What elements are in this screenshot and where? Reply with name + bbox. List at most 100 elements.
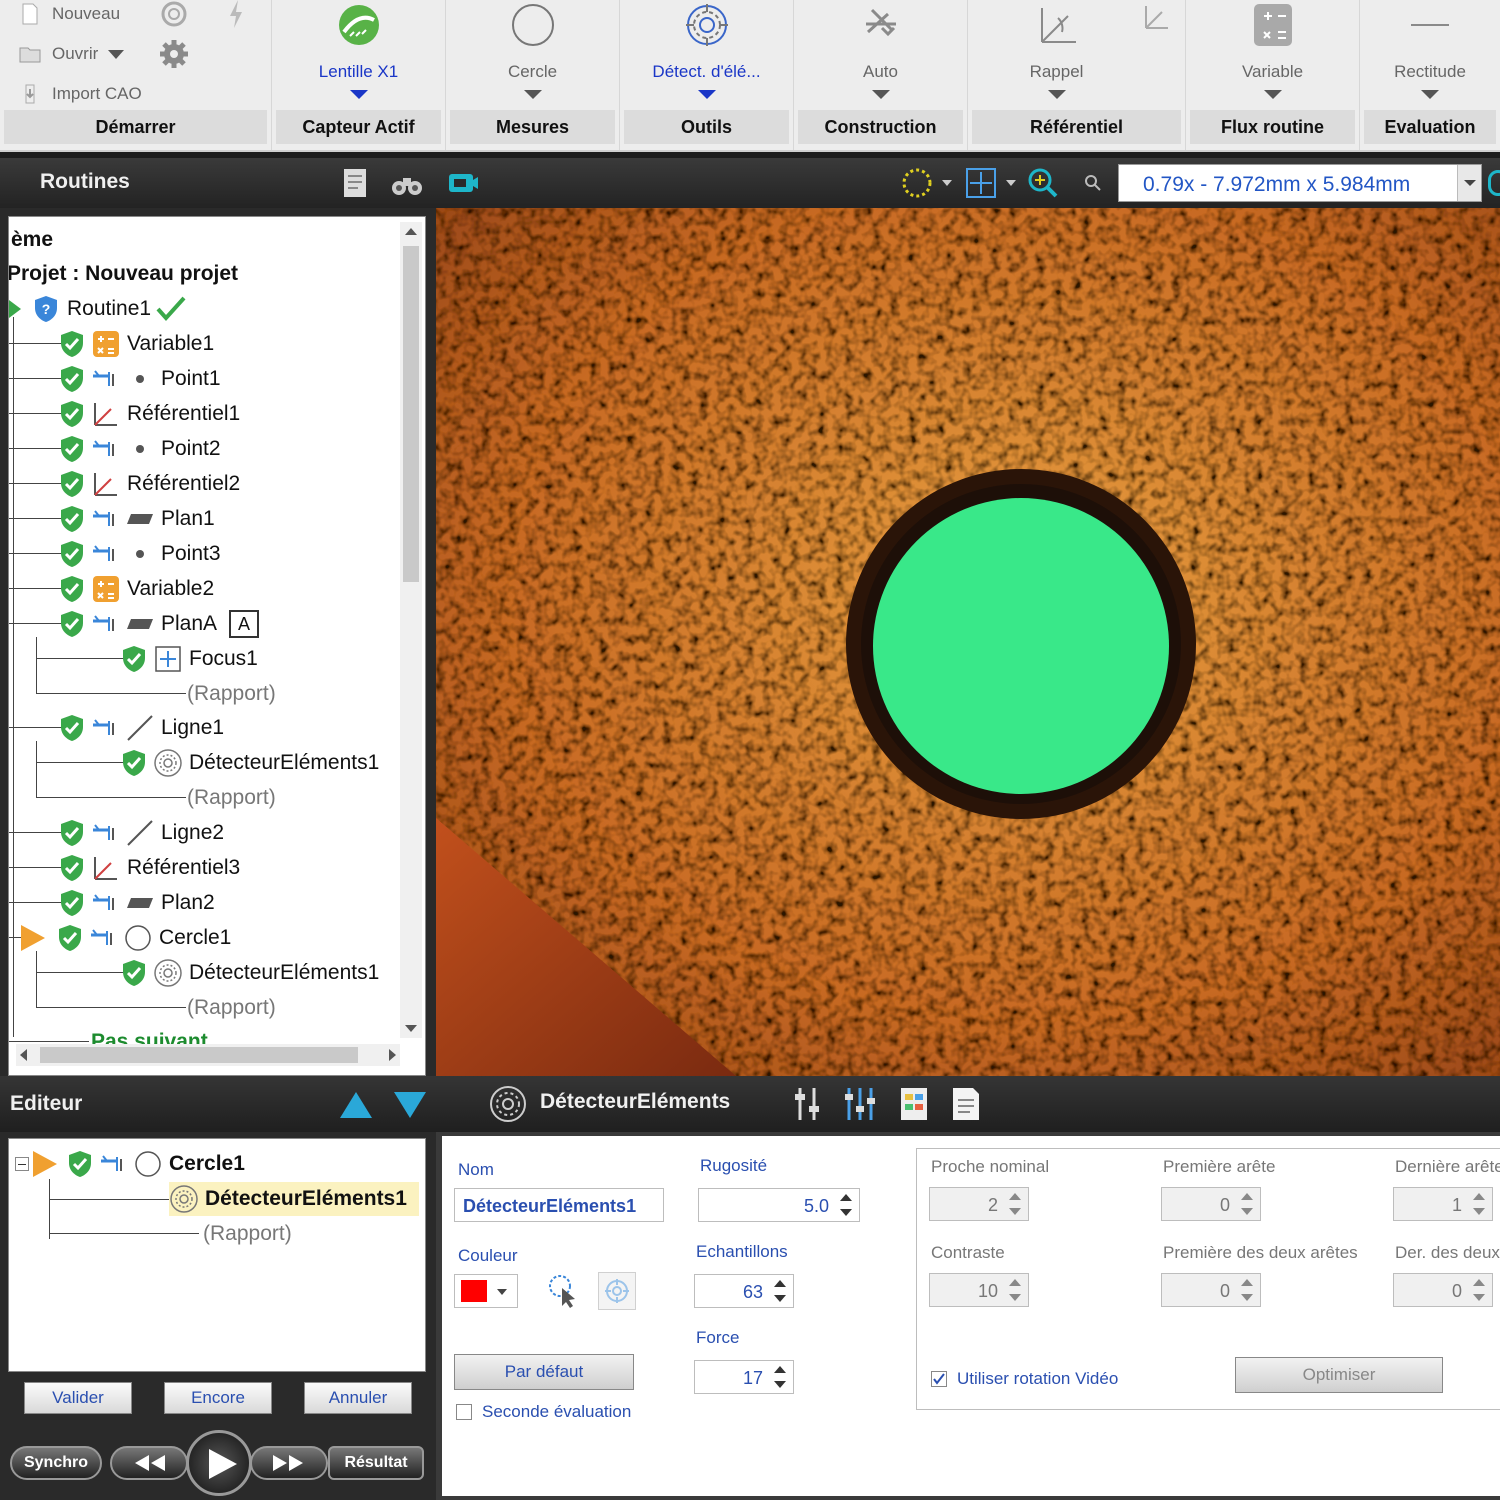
selection-dropdown-arrow[interactable]	[942, 180, 952, 186]
fast-forward-button[interactable]	[250, 1446, 328, 1480]
variable-button[interactable]: Variable	[1186, 0, 1359, 108]
rewind-button[interactable]	[110, 1446, 188, 1480]
target-settings-icon[interactable]	[158, 0, 190, 28]
dropdown-arrow[interactable]	[1047, 90, 1066, 99]
tree-item[interactable]: Variable1	[57, 327, 214, 361]
dropdown-arrow[interactable]	[523, 90, 542, 99]
tree-project[interactable]: Projet : Nouveau projet	[9, 257, 238, 291]
lens-button[interactable]: Lentille X1	[272, 0, 445, 108]
scroll-left-arrow[interactable]	[20, 1049, 27, 1061]
editor-tree-item-detector[interactable]: DétecteurEléments1	[169, 1182, 419, 1216]
circle-selection-icon[interactable]	[900, 166, 934, 200]
tree-item[interactable]: Plan2	[57, 886, 215, 920]
dropdown-arrow[interactable]	[349, 90, 368, 99]
contrast-field[interactable]: 10	[929, 1273, 1029, 1307]
zoom-fit-icon[interactable]	[1026, 166, 1060, 200]
advanced-sliders-icon[interactable]	[842, 1086, 878, 1122]
auto-button[interactable]: Auto	[794, 0, 967, 108]
again-button[interactable]: Encore	[164, 1382, 272, 1414]
straightness-button[interactable]: Rectitude	[1360, 0, 1500, 108]
tree-item[interactable]: DétecteurEléments1	[119, 746, 379, 780]
move-down-icon[interactable]	[392, 1090, 428, 1120]
lightning-icon[interactable]	[226, 0, 246, 28]
first-of-two-spinner[interactable]	[1238, 1277, 1256, 1303]
tree-item[interactable]: Référentiel3	[57, 851, 240, 885]
tree-item-routine1[interactable]: ? Routine1	[9, 292, 187, 326]
tree-item[interactable]: PlanA A	[57, 607, 260, 641]
video-rotation-checkbox[interactable]	[931, 1371, 947, 1387]
tree-item[interactable]: Focus1	[119, 642, 258, 676]
last-of-two-spinner[interactable]	[1470, 1277, 1488, 1303]
nearest-nominal-spinner[interactable]	[1006, 1191, 1024, 1217]
zoom-field[interactable]: 0.79x - 7.972mm x 5.984mm	[1118, 164, 1482, 202]
color-picker[interactable]	[454, 1274, 518, 1308]
binoculars-icon[interactable]	[390, 166, 424, 200]
first-of-two-field[interactable]: 0	[1161, 1273, 1261, 1307]
editor-tree-item-report[interactable]: (Rapport)	[201, 1217, 292, 1251]
tree-vertical-scrollbar[interactable]	[400, 222, 422, 1038]
tree-root[interactable]: ème	[9, 223, 53, 257]
document-icon[interactable]	[950, 1086, 982, 1122]
scroll-up-arrow[interactable]	[405, 228, 417, 235]
detected-circle-feature[interactable]	[873, 498, 1169, 794]
last-edge-field[interactable]: 1	[1393, 1187, 1493, 1221]
tree-item[interactable]: Point3	[57, 537, 221, 571]
color-dropdown-arrow[interactable]	[497, 1289, 507, 1295]
tree-item[interactable]: Point2	[57, 432, 221, 466]
roughness-spinner[interactable]	[837, 1192, 855, 1218]
import-cad-button[interactable]: Import CAO	[18, 82, 142, 106]
scrollbar-thumb[interactable]	[403, 246, 419, 582]
new-button[interactable]: Nouveau	[18, 2, 120, 26]
sliders-icon[interactable]	[792, 1086, 822, 1122]
gear-icon[interactable]	[158, 38, 190, 70]
sync-button[interactable]: Synchro	[10, 1446, 102, 1480]
tree-item[interactable]: Référentiel2	[57, 467, 240, 501]
contrast-spinner[interactable]	[1006, 1277, 1024, 1303]
crosshair-icon[interactable]	[964, 166, 998, 200]
first-edge-spinner[interactable]	[1238, 1191, 1256, 1217]
move-up-icon[interactable]	[338, 1090, 374, 1120]
second-evaluation-checkbox[interactable]	[456, 1404, 472, 1420]
editor-tree-item-cercle1[interactable]: Cercle1	[15, 1147, 245, 1181]
report-icon[interactable]	[338, 166, 372, 200]
cancel-button[interactable]: Annuler	[304, 1382, 412, 1414]
last-of-two-field[interactable]: 0	[1393, 1273, 1493, 1307]
tree-item[interactable]: Cercle1	[21, 921, 231, 955]
samples-spinner[interactable]	[771, 1278, 789, 1304]
tree-item[interactable]: (Rapport)	[185, 677, 276, 711]
pick-target-icon[interactable]	[546, 1274, 580, 1310]
name-field[interactable]: DétecteurEléments1	[454, 1188, 664, 1222]
first-edge-field[interactable]: 0	[1161, 1187, 1261, 1221]
zoom-dropdown-button[interactable]	[1457, 165, 1481, 201]
optimize-button[interactable]: Optimiser	[1235, 1357, 1443, 1393]
dropdown-arrow[interactable]	[697, 90, 716, 99]
tree-item[interactable]: Variable2	[57, 572, 214, 606]
tree-item[interactable]: Plan1	[57, 502, 215, 536]
open-dropdown-arrow[interactable]	[108, 49, 125, 59]
samples-field[interactable]: 63	[694, 1274, 794, 1308]
crosshair-dropdown-arrow[interactable]	[1006, 180, 1016, 186]
dropdown-arrow[interactable]	[1421, 90, 1439, 99]
open-button[interactable]: Ouvrir	[18, 42, 125, 66]
force-field[interactable]: 17	[694, 1360, 794, 1394]
zoom-extra-icon[interactable]	[1488, 170, 1500, 196]
expand-arrow-icon[interactable]	[9, 300, 21, 318]
circle-button[interactable]: Cercle	[446, 0, 619, 108]
collapse-toggle[interactable]	[15, 1157, 29, 1171]
tree-item[interactable]: Ligne2	[57, 816, 224, 850]
dropdown-arrow[interactable]	[1263, 90, 1282, 99]
nearest-nominal-field[interactable]: 2	[929, 1187, 1029, 1221]
roughness-field[interactable]: 5.0	[698, 1188, 860, 1222]
reference-small-icon[interactable]	[1142, 2, 1172, 32]
detect-target-button[interactable]	[598, 1272, 636, 1310]
tree-item[interactable]: Point1	[57, 362, 221, 396]
tree-horizontal-scrollbar[interactable]	[16, 1044, 400, 1066]
last-edge-spinner[interactable]	[1470, 1191, 1488, 1217]
tree-item[interactable]: (Rapport)	[185, 781, 276, 815]
camera-view[interactable]	[436, 208, 1500, 1076]
tree-item[interactable]: Ligne1	[57, 711, 224, 745]
data-sheet-icon[interactable]	[898, 1086, 930, 1122]
camera-view-icon[interactable]	[446, 166, 480, 200]
force-spinner[interactable]	[771, 1364, 789, 1390]
feature-detector-button[interactable]: Détect. d'élé...	[620, 0, 793, 108]
